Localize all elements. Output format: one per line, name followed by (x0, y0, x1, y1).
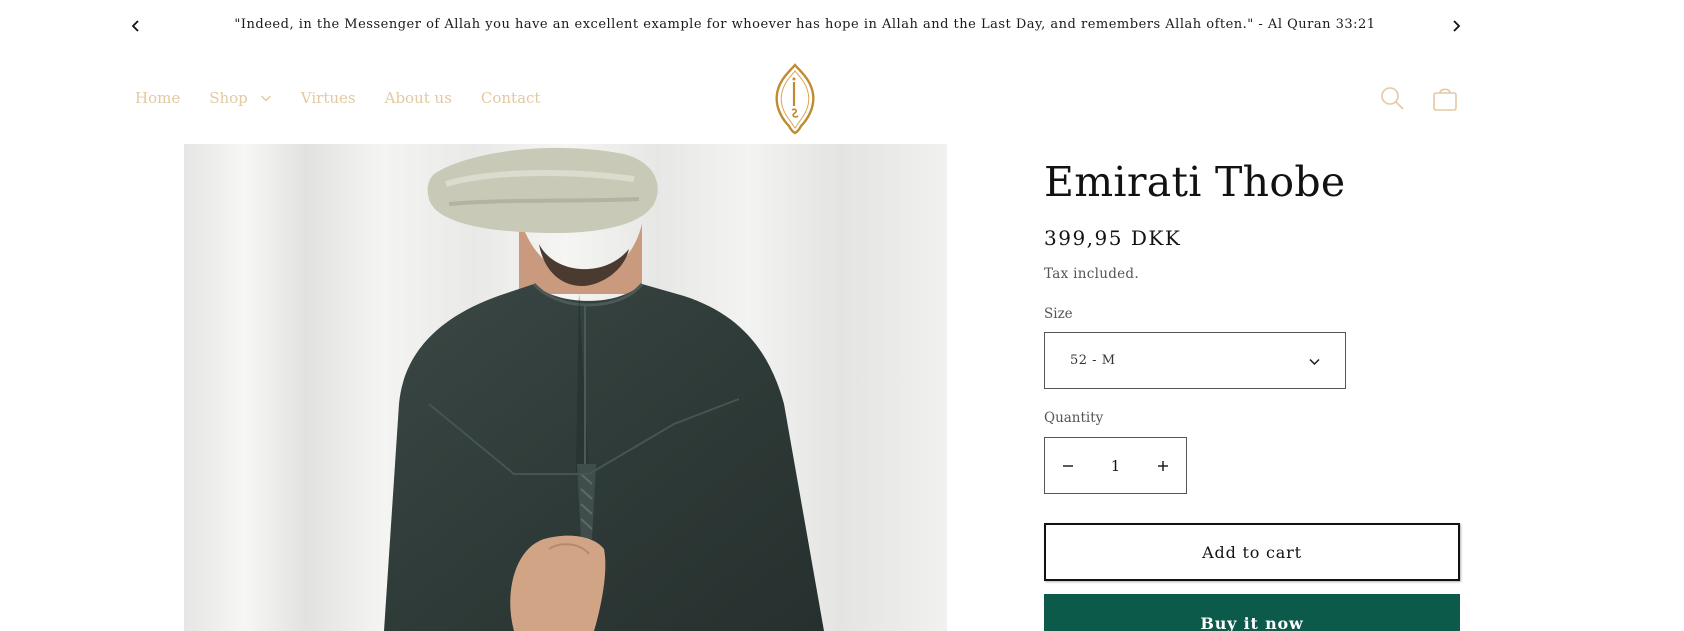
chevron-right-icon (1453, 20, 1461, 32)
quantity-stepper: 1 (1044, 437, 1187, 494)
site-header: Home Shop Virtues About us Contact (0, 52, 1684, 144)
announcement-prev-button[interactable] (124, 14, 148, 38)
product-photo (184, 144, 947, 631)
announcement-next-button[interactable] (1444, 14, 1468, 38)
nav-shop-label: Shop (209, 89, 248, 107)
add-to-cart-button[interactable]: Add to cart (1044, 523, 1460, 581)
plus-icon (1158, 460, 1168, 471)
nav-contact-link[interactable]: Contact (481, 89, 541, 107)
quantity-input[interactable]: 1 (1091, 457, 1140, 475)
nav-virtues-link[interactable]: Virtues (301, 89, 356, 107)
quantity-increase-button[interactable] (1140, 438, 1186, 493)
logo-emblem (775, 63, 815, 135)
quantity-decrease-button[interactable] (1045, 438, 1091, 493)
size-select[interactable]: 52 - M (1044, 332, 1346, 389)
product-image[interactable] (184, 144, 947, 631)
nav-home-link[interactable]: Home (135, 89, 180, 107)
nav-about-link[interactable]: About us (385, 89, 452, 107)
product-title: Emirati Thobe (1044, 158, 1346, 206)
announcement-text: "Indeed, in the Messenger of Allah you h… (234, 17, 1376, 32)
search-icon (1381, 87, 1404, 110)
cart-button[interactable] (1427, 80, 1463, 116)
chevron-down-icon (260, 95, 271, 102)
chevron-down-icon (1309, 359, 1320, 365)
quantity-label: Quantity (1044, 410, 1104, 426)
main-nav: Home Shop Virtues About us Contact (135, 52, 540, 144)
size-select-value: 52 - M (1070, 353, 1116, 368)
tax-note: Tax included. (1044, 266, 1139, 282)
shopping-bag-icon (1433, 88, 1457, 111)
announcement-bar: "Indeed, in the Messenger of Allah you h… (0, 0, 1684, 52)
chevron-left-icon (131, 20, 139, 32)
nav-shop-link[interactable]: Shop (209, 89, 272, 107)
buy-now-button[interactable]: Buy it now (1044, 594, 1460, 631)
size-label: Size (1044, 306, 1073, 322)
product-price: 399,95 DKK (1044, 226, 1182, 250)
search-button[interactable] (1374, 80, 1410, 116)
minus-icon (1063, 464, 1073, 467)
store-logo[interactable] (771, 62, 819, 136)
